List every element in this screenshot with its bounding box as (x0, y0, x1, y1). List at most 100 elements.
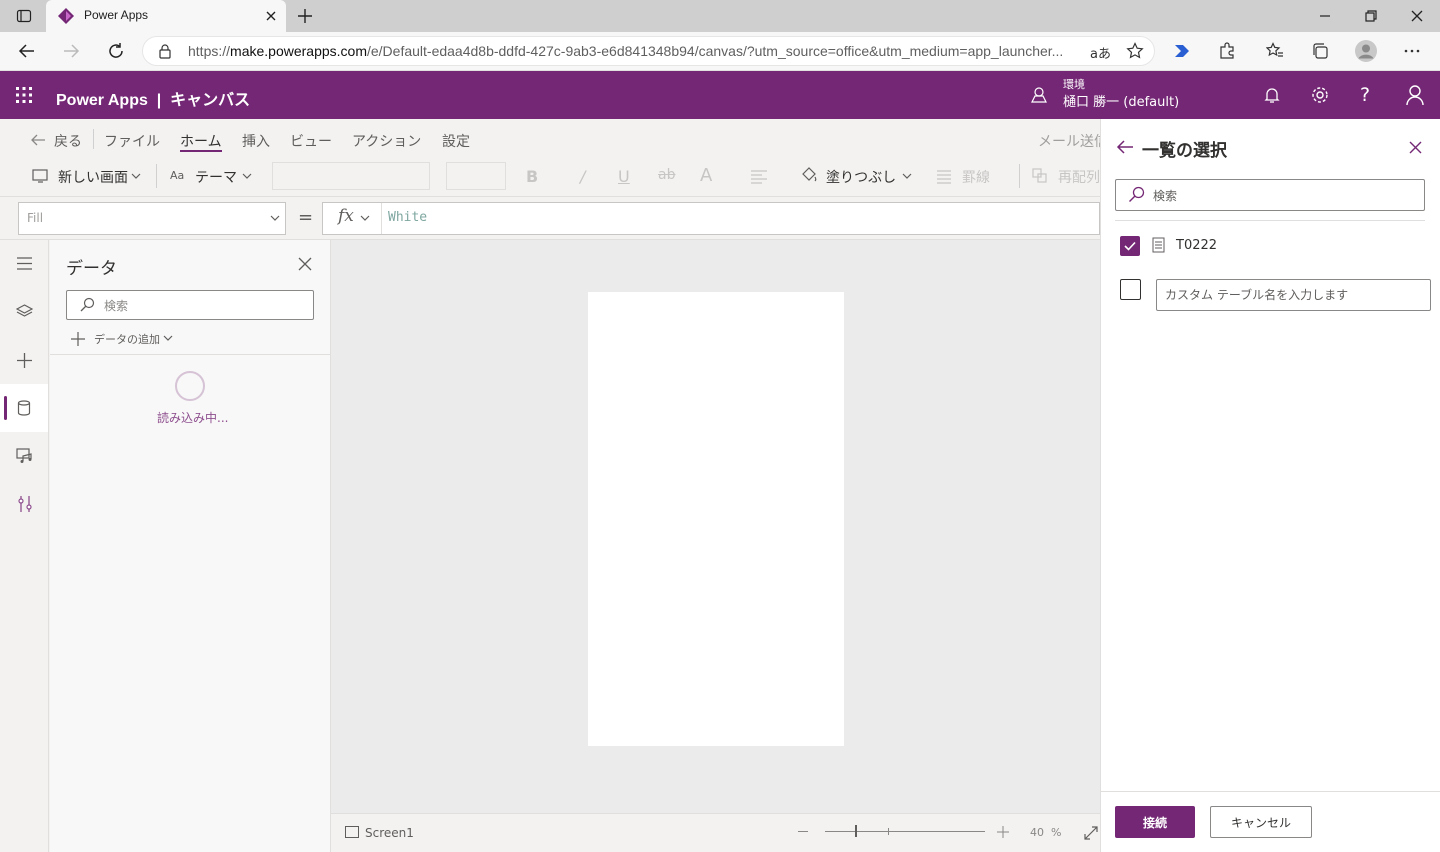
command-tabs-row (0, 119, 1100, 157)
zoom-in-icon[interactable] (997, 826, 1009, 838)
url-host: make.powerapps.com (230, 43, 367, 59)
tab-action[interactable]: アクション (352, 131, 421, 151)
minimize-icon[interactable] (1318, 9, 1332, 23)
equals-sign: = (298, 207, 314, 228)
property-value: Fill (27, 211, 44, 225)
add-data-button[interactable]: データの追加 (94, 331, 160, 347)
fx-icon[interactable]: fx (338, 206, 354, 226)
custom-table-name-input[interactable] (1156, 279, 1431, 311)
list-item-checkbox-checked[interactable] (1120, 236, 1140, 256)
favorite-add-icon[interactable] (1126, 42, 1144, 60)
tab-home[interactable]: ホーム (180, 131, 222, 151)
data-cylinder-icon[interactable] (17, 400, 31, 416)
loading-spinner (175, 371, 205, 401)
media-icon[interactable] (16, 447, 34, 465)
tree-view-layers-icon[interactable] (16, 303, 33, 320)
close-pane-icon[interactable] (297, 256, 313, 272)
notifications-icon[interactable] (1263, 86, 1281, 104)
strikethrough-icon[interactable]: ab (658, 167, 675, 183)
chevron-down-icon[interactable] (360, 214, 370, 222)
font-size-select[interactable] (446, 162, 506, 190)
app-launcher-icon[interactable] (15, 86, 33, 104)
checkmark-icon (1124, 241, 1136, 251)
home-toolbar (0, 157, 1100, 197)
help-icon[interactable]: ? (1360, 84, 1370, 106)
border-button[interactable]: 罫線 (962, 167, 990, 187)
account-icon[interactable] (1405, 84, 1425, 106)
back-icon[interactable] (18, 42, 36, 60)
formula-input[interactable] (322, 202, 1100, 235)
connect-button[interactable]: 接続 (1115, 806, 1195, 838)
underline-icon[interactable]: U (618, 167, 630, 186)
fill-bucket-icon (800, 166, 818, 184)
zoom-value[interactable]: 40 % (1030, 826, 1061, 839)
tab-actions-icon[interactable] (16, 8, 32, 24)
restore-icon[interactable] (1364, 9, 1378, 23)
search-icon (1128, 186, 1145, 203)
forward-icon[interactable] (62, 42, 80, 60)
power-automate-extension-icon[interactable] (1173, 42, 1191, 60)
favorites-icon[interactable] (1266, 42, 1284, 60)
italic-icon[interactable]: / (580, 167, 585, 186)
zoom-out-icon[interactable] (798, 831, 808, 832)
tab-insert[interactable]: 挿入 (242, 131, 270, 151)
zoom-slider-thumb[interactable] (855, 825, 857, 837)
bold-icon[interactable]: B (526, 167, 538, 186)
reorder-icon (1032, 168, 1048, 184)
browser-tab[interactable] (46, 0, 286, 32)
collections-icon[interactable] (1311, 42, 1329, 60)
status-bar (331, 813, 1100, 852)
chevron-down-icon (163, 334, 173, 342)
cancel-button[interactable]: キャンセル (1210, 806, 1312, 838)
align-icon[interactable] (750, 168, 768, 184)
reorder-button[interactable]: 再配列 (1058, 167, 1100, 187)
screen-selector[interactable]: Screen1 (365, 826, 414, 840)
zoom-slider-track[interactable] (825, 831, 985, 832)
search-icon (79, 297, 95, 313)
new-tab-icon[interactable] (297, 8, 313, 24)
extensions-icon[interactable] (1218, 42, 1236, 60)
border-icon (936, 168, 952, 184)
fill-button[interactable]: 塗りつぶし (826, 167, 896, 187)
send-email-button[interactable]: メール送信 (1038, 131, 1100, 151)
environment-name[interactable]: 樋口 勝一 (default) (1063, 91, 1179, 110)
close-window-icon[interactable] (1410, 9, 1424, 23)
panel-divider (1115, 220, 1425, 221)
fit-to-window-icon[interactable] (1084, 826, 1098, 840)
read-aloud-icon[interactable]: aあ (1090, 43, 1111, 62)
font-family-select[interactable] (272, 162, 430, 190)
panel-back-icon[interactable] (1116, 139, 1134, 155)
tab-settings[interactable]: 設定 (442, 131, 470, 151)
lock-icon[interactable] (158, 43, 172, 59)
custom-table-checkbox[interactable] (1120, 279, 1141, 300)
panel-close-icon[interactable] (1408, 140, 1423, 155)
settings-gear-icon[interactable] (1310, 85, 1330, 105)
list-item-label: T0222 (1176, 238, 1218, 253)
theme-button[interactable]: テーマ (195, 167, 237, 187)
zoom-slider-tick (888, 828, 889, 835)
advanced-tools-icon[interactable] (17, 495, 33, 513)
insert-plus-icon[interactable] (16, 352, 33, 369)
data-search-placeholder: 検索 (104, 299, 129, 313)
back-arrow-icon[interactable] (30, 133, 46, 147)
toolbar-divider (1019, 164, 1020, 188)
refresh-icon[interactable] (107, 42, 125, 60)
profile-avatar-icon[interactable] (1355, 40, 1377, 62)
hamburger-menu-icon[interactable] (16, 256, 33, 271)
screen1-canvas[interactable] (588, 292, 844, 746)
close-tab-icon[interactable] (264, 9, 278, 23)
more-menu-icon[interactable] (1403, 42, 1421, 60)
app-title: Power Apps | キャンバス (56, 92, 251, 109)
new-screen-button[interactable]: 新しい画面 (58, 167, 128, 187)
font-color-icon[interactable]: A (700, 165, 712, 186)
environment-icon[interactable] (1030, 86, 1048, 104)
back-button[interactable]: 戻る (54, 131, 82, 151)
url-text: https://make.powerapps.com/e/Default-eda… (188, 43, 1063, 59)
power-apps-favicon-icon (58, 8, 74, 24)
tab-title: Power Apps (84, 8, 149, 22)
tab-view[interactable]: ビュー (290, 131, 332, 151)
property-dropdown[interactable] (18, 202, 286, 235)
tab-file[interactable]: ファイル (104, 131, 160, 151)
toolbar-divider (156, 164, 157, 188)
loading-text: 読み込み中... (157, 411, 229, 425)
